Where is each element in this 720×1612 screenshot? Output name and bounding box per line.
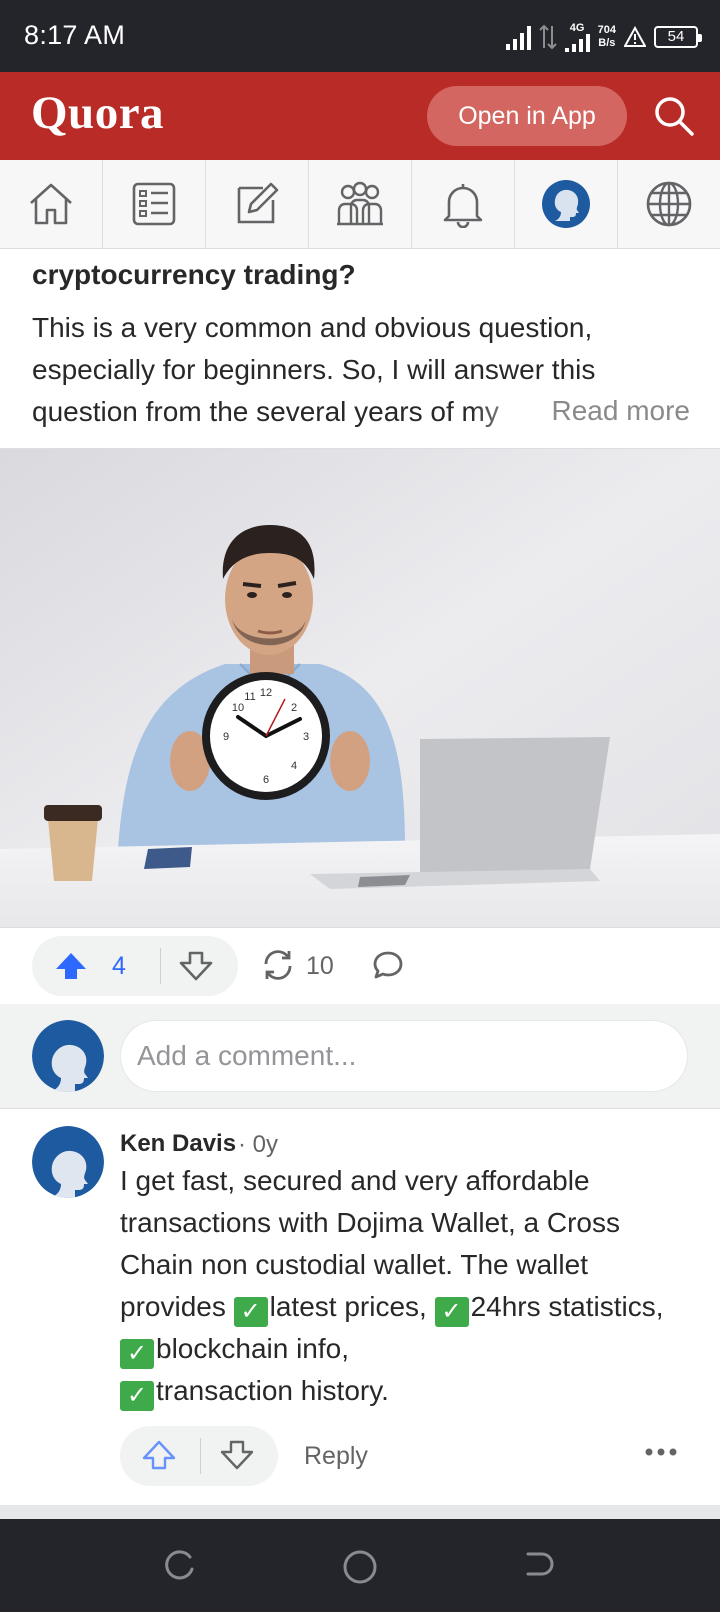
speed-unit: B/s bbox=[598, 37, 616, 49]
warning-icon bbox=[624, 26, 646, 47]
vote-divider bbox=[200, 1438, 201, 1474]
quora-logo[interactable]: Quora bbox=[31, 86, 164, 140]
recents-icon[interactable] bbox=[162, 1549, 196, 1583]
data-transfer-icon bbox=[538, 24, 557, 50]
status-icons: 4G 704 B/s 54 bbox=[505, 20, 702, 54]
svg-text:9: 9 bbox=[223, 731, 229, 743]
system-nav-bar bbox=[0, 1519, 720, 1612]
vote-divider bbox=[160, 948, 161, 984]
upvote-count: 4 bbox=[112, 952, 126, 980]
open-in-app-button[interactable]: Open in App bbox=[427, 86, 627, 146]
add-comment-input[interactable] bbox=[120, 1020, 688, 1092]
profile-icon bbox=[542, 180, 590, 228]
svg-text:2: 2 bbox=[291, 702, 297, 714]
share-count: 10 bbox=[306, 952, 334, 980]
upvote-icon[interactable] bbox=[54, 951, 88, 981]
nav-languages[interactable] bbox=[618, 160, 720, 248]
svg-text:6: 6 bbox=[263, 774, 269, 786]
signal-icon bbox=[505, 24, 531, 50]
comment-item-3: blockchain info, bbox=[156, 1333, 350, 1364]
comment-item: Ken Davis · 0y I get fast, secured and v… bbox=[0, 1110, 720, 1505]
commenter-avatar[interactable] bbox=[32, 1126, 104, 1198]
add-comment-bar bbox=[0, 1004, 720, 1109]
nav-spaces[interactable] bbox=[309, 160, 412, 248]
signal-2-icon bbox=[564, 33, 590, 52]
svg-text:12: 12 bbox=[260, 687, 272, 699]
nav-notifications[interactable] bbox=[412, 160, 515, 248]
status-bar: 8:17 AM 4G 704 B/s 54 bbox=[0, 0, 720, 72]
nav-following[interactable] bbox=[103, 160, 206, 248]
home-button-icon[interactable] bbox=[342, 1549, 378, 1585]
question-title[interactable]: cryptocurrency trading? bbox=[32, 259, 356, 291]
comment-author[interactable]: Ken Davis bbox=[120, 1130, 236, 1158]
speed-value: 704 bbox=[597, 24, 616, 36]
battery-icon: 54 bbox=[654, 26, 702, 48]
check-mark-icon: ✓ bbox=[120, 1339, 154, 1369]
check-mark-icon: ✓ bbox=[434, 1297, 469, 1327]
nav-home[interactable] bbox=[0, 160, 103, 248]
svg-text:4: 4 bbox=[291, 760, 297, 772]
following-icon bbox=[132, 182, 176, 226]
downvote-icon[interactable] bbox=[220, 1440, 254, 1470]
comment-text: I get fast, secured and very affordable … bbox=[120, 1160, 680, 1412]
svg-text:11: 11 bbox=[244, 691, 255, 703]
read-more-link[interactable]: Read more bbox=[545, 390, 690, 432]
upvote-icon[interactable] bbox=[142, 1440, 176, 1470]
status-time: 8:17 AM bbox=[24, 20, 126, 50]
nav-answer[interactable] bbox=[206, 160, 309, 248]
comment-vote-pill bbox=[120, 1426, 278, 1486]
home-icon bbox=[30, 183, 72, 225]
check-mark-icon: ✓ bbox=[120, 1381, 154, 1411]
answer-actions: 4 10 bbox=[0, 928, 720, 1004]
more-options-icon[interactable] bbox=[644, 1446, 678, 1458]
svg-text:10: 10 bbox=[232, 702, 244, 714]
man-with-clock-image: 12 2 3 4 6 9 1011 bbox=[0, 449, 720, 927]
text-fade bbox=[470, 391, 550, 433]
share-icon[interactable] bbox=[260, 948, 296, 982]
answer-image[interactable]: 12 2 3 4 6 9 10 11 bbox=[0, 448, 720, 928]
comment-item-4: transaction history. bbox=[156, 1375, 389, 1406]
comment-item-2: 24hrs statistics, bbox=[470, 1291, 664, 1322]
spaces-icon bbox=[337, 181, 383, 226]
downvote-icon[interactable] bbox=[179, 951, 213, 981]
reply-button[interactable]: Reply bbox=[304, 1442, 368, 1471]
check-mark-icon: ✓ bbox=[233, 1297, 268, 1327]
back-icon[interactable] bbox=[522, 1549, 556, 1583]
answer-section: cryptocurrency trading? This is a very c… bbox=[0, 249, 720, 449]
feed-separator bbox=[0, 1505, 720, 1519]
answer-icon bbox=[237, 182, 279, 224]
avatar-icon bbox=[32, 1126, 104, 1198]
network-label: 4G bbox=[569, 21, 585, 34]
comment-item-1: latest prices, bbox=[269, 1291, 435, 1322]
user-avatar[interactable] bbox=[32, 1020, 104, 1092]
avatar-icon bbox=[32, 1020, 104, 1092]
comment-timestamp: · 0y bbox=[238, 1131, 279, 1158]
search-icon[interactable] bbox=[650, 92, 698, 140]
vote-pill: 4 bbox=[32, 936, 238, 996]
svg-text:3: 3 bbox=[303, 731, 309, 743]
nav-profile[interactable] bbox=[515, 160, 618, 248]
comment-icon[interactable] bbox=[372, 950, 404, 980]
app-header: Quora Open in App bbox=[0, 72, 720, 160]
globe-icon bbox=[646, 181, 692, 227]
bell-icon bbox=[443, 184, 483, 228]
network-type: 4G bbox=[564, 21, 590, 52]
top-nav bbox=[0, 160, 720, 249]
net-speed: 704 B/s bbox=[598, 24, 616, 50]
